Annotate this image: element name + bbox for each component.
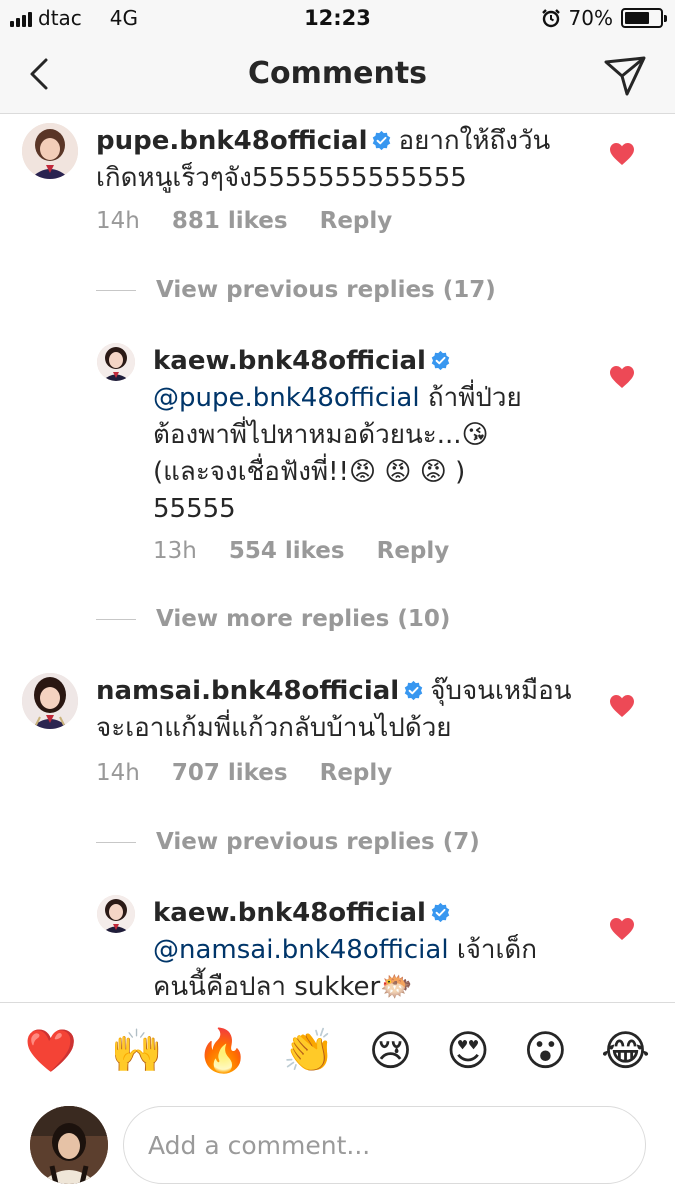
battery-icon bbox=[621, 8, 667, 28]
red-heart-emoji-button[interactable]: ❤️ bbox=[25, 1029, 77, 1072]
current-user-avatar bbox=[30, 1106, 108, 1184]
divider-line bbox=[96, 618, 136, 620]
reply-button[interactable]: Reply bbox=[320, 760, 393, 786]
comment-username[interactable]: kaew.bnk48official bbox=[153, 346, 426, 376]
mention-link[interactable]: @pupe.bnk48official bbox=[153, 383, 420, 413]
comment-meta: 14h 707 likes Reply bbox=[96, 760, 392, 786]
comment-input[interactable] bbox=[123, 1106, 646, 1184]
view-previous-replies-button[interactable]: View previous replies (17) bbox=[96, 277, 496, 303]
heart-icon[interactable] bbox=[609, 694, 635, 718]
comment-text-line: ถ้าพี่ป่วย bbox=[427, 383, 522, 413]
status-right: 70% bbox=[541, 6, 667, 30]
tears-of-joy-emoji-button[interactable]: 😂 bbox=[601, 1029, 650, 1072]
comment-text-line: จุ๊บจนเหมือน bbox=[430, 676, 572, 706]
comment-text-line: (และจงเชื่อฟังพี่!!😡 😡 😡 ) bbox=[153, 457, 466, 487]
comment-time: 14h bbox=[96, 208, 140, 234]
comment-meta: 14h 881 likes Reply bbox=[96, 208, 392, 234]
crying-face-emoji-button[interactable]: 😢 bbox=[369, 1029, 413, 1072]
verified-badge-icon bbox=[404, 680, 423, 701]
status-bar: dtac 4G 12:23 70% bbox=[0, 0, 675, 38]
avatar[interactable] bbox=[22, 673, 78, 729]
emoji-bar: ❤️ 🙌 🔥 👏 😢 😍 😮 😂 bbox=[0, 1002, 675, 1098]
comment-text-line: เจ้าเด็ก bbox=[456, 935, 538, 965]
comment-time: 14h bbox=[96, 760, 140, 786]
comment-meta: 13h 554 likes Reply bbox=[153, 538, 449, 564]
raising-hands-emoji-button[interactable]: 🙌 bbox=[111, 1029, 163, 1072]
comment-time: 13h bbox=[153, 538, 197, 564]
comment-text-line: เกิดหนูเร็วๆจัง5555555555555 bbox=[96, 163, 467, 193]
verified-badge-icon bbox=[431, 350, 450, 371]
open-mouth-emoji-button[interactable]: 😮 bbox=[524, 1029, 568, 1072]
avatar[interactable] bbox=[22, 123, 78, 179]
comment-text-line: ต้องพาพี่ไปหาหมอด้วยนะ...😘 bbox=[153, 420, 489, 450]
divider-line bbox=[96, 289, 136, 291]
comment-text-line: คนนี้คือปลา sukker🐡 bbox=[153, 972, 413, 1002]
comment-username[interactable]: namsai.bnk48official bbox=[96, 676, 399, 706]
comment-text: kaew.bnk48official @pupe.bnk48official ถ… bbox=[153, 343, 593, 528]
verified-badge-icon bbox=[373, 130, 391, 151]
heart-icon[interactable] bbox=[609, 917, 635, 941]
view-previous-replies-button[interactable]: View previous replies (7) bbox=[96, 829, 480, 855]
reply-button[interactable]: Reply bbox=[377, 538, 450, 564]
avatar[interactable] bbox=[97, 343, 135, 381]
comments-list[interactable]: pupe.bnk48official อยากให้ถึงวัน เกิดหนูเ… bbox=[0, 115, 675, 1002]
mention-link[interactable]: @namsai.bnk48official bbox=[153, 935, 449, 965]
comment-text-line: อยากให้ถึงวัน bbox=[398, 126, 551, 156]
verified-badge-icon bbox=[431, 902, 450, 923]
heart-icon[interactable] bbox=[609, 365, 635, 389]
clapping-hands-emoji-button[interactable]: 👏 bbox=[283, 1029, 335, 1072]
comment-composer bbox=[0, 1098, 675, 1200]
divider-line bbox=[96, 841, 136, 843]
comment-text: kaew.bnk48official @namsai.bnk48official… bbox=[153, 895, 593, 1002]
comment-likes[interactable]: 707 likes bbox=[172, 760, 288, 786]
alarm-icon bbox=[541, 9, 560, 28]
heart-icon[interactable] bbox=[609, 142, 635, 166]
view-more-replies-button[interactable]: View more replies (10) bbox=[96, 606, 450, 632]
comment-text: namsai.bnk48official จุ๊บจนเหมือน จะเอาแก… bbox=[96, 673, 596, 747]
battery-percent: 70% bbox=[568, 6, 613, 30]
page-title: Comments bbox=[247, 56, 428, 91]
comment-text-line: จะเอาแก้มพี่แก้วกลับบ้านไปด้วย bbox=[96, 713, 452, 743]
comment-username[interactable]: pupe.bnk48official bbox=[96, 126, 367, 156]
view-replies-label: View previous replies (17) bbox=[156, 277, 496, 303]
comment-username[interactable]: kaew.bnk48official bbox=[153, 898, 426, 928]
nav-bar: Comments bbox=[0, 38, 675, 114]
view-replies-label: View more replies (10) bbox=[156, 606, 451, 632]
avatar[interactable] bbox=[97, 895, 135, 933]
heart-eyes-emoji-button[interactable]: 😍 bbox=[446, 1029, 490, 1072]
comment-text: pupe.bnk48official อยากให้ถึงวัน เกิดหนูเ… bbox=[96, 123, 596, 197]
fire-emoji-button[interactable]: 🔥 bbox=[197, 1029, 249, 1072]
view-replies-label: View previous replies (7) bbox=[156, 829, 480, 855]
send-icon[interactable] bbox=[603, 54, 647, 98]
comment-text-line: 55555 bbox=[153, 494, 236, 524]
comment-likes[interactable]: 554 likes bbox=[229, 538, 345, 564]
reply-button[interactable]: Reply bbox=[320, 208, 393, 234]
comment-likes[interactable]: 881 likes bbox=[172, 208, 288, 234]
